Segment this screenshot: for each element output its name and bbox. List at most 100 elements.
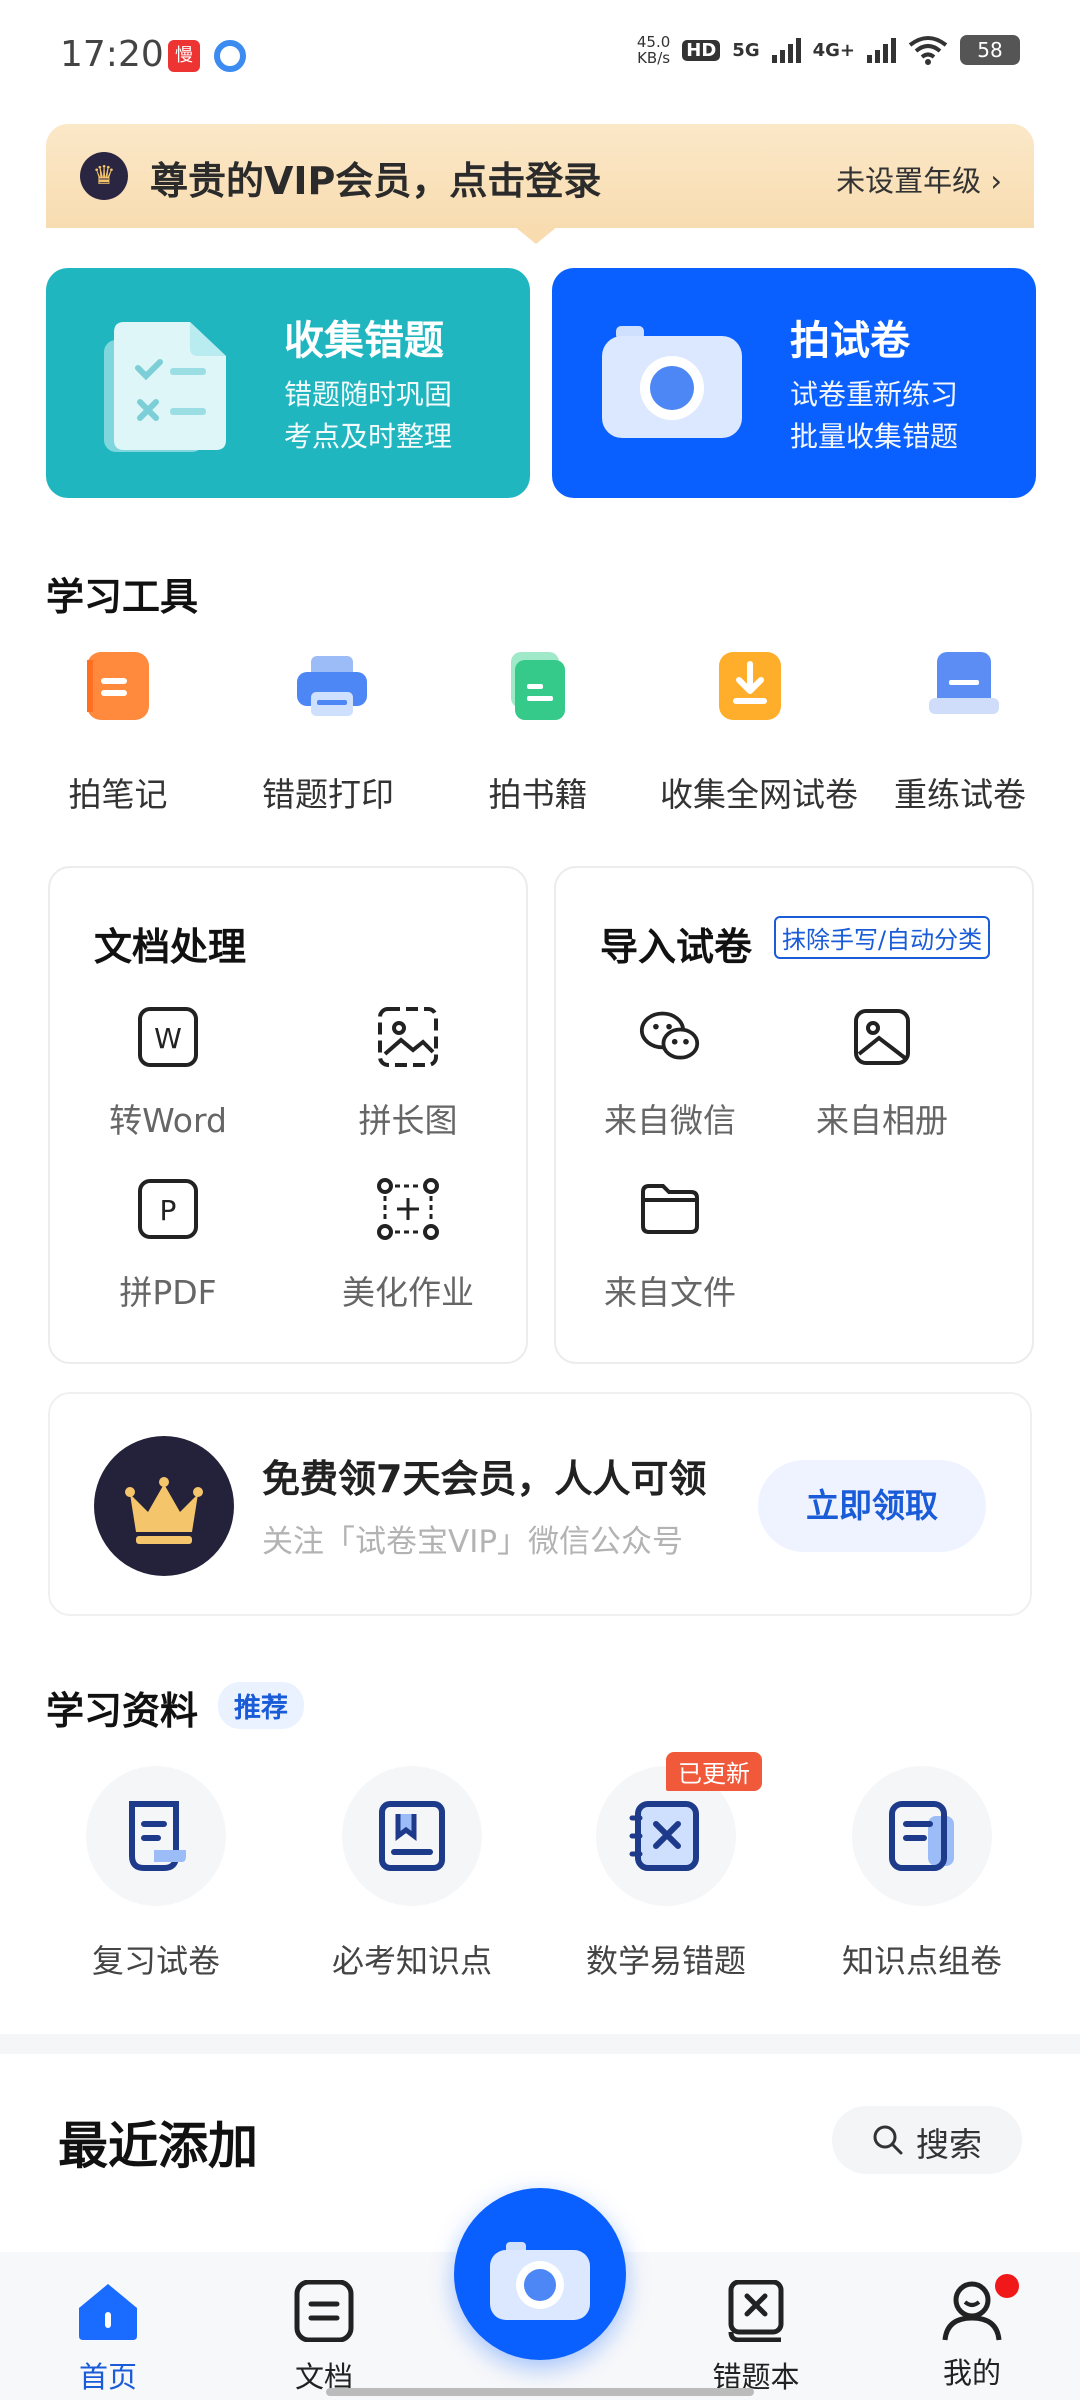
tab-documents[interactable]: 文档 bbox=[254, 2279, 394, 2396]
tool-label: 重练试卷 bbox=[894, 775, 1026, 814]
crown-icon bbox=[94, 1436, 234, 1576]
vip-login-banner[interactable]: ♛ 尊贵的VIP会员，点击登录 未设置年级 › bbox=[46, 124, 1034, 230]
browser-notification-icon bbox=[214, 40, 246, 72]
tool-print-mistakes[interactable]: 错题打印 bbox=[238, 652, 418, 816]
tool-photo-notes[interactable]: 拍笔记 bbox=[28, 652, 208, 816]
collect-mistakes-card[interactable]: 收集错题 错题随时巩固 考点及时整理 bbox=[46, 268, 530, 498]
photo-exam-card[interactable]: 拍试卷 试卷重新练习 批量收集错题 bbox=[552, 268, 1036, 498]
item-label: 来自相册 bbox=[816, 1101, 948, 1140]
net-speed: 45.0 KB/s bbox=[636, 33, 671, 67]
compose-paper-icon bbox=[852, 1766, 992, 1906]
tool-label: 错题打印 bbox=[262, 775, 394, 814]
status-time: 17:20 bbox=[60, 34, 164, 75]
claim-now-button[interactable]: 立即领取 bbox=[758, 1460, 986, 1552]
study-resources-title: 学习资料 bbox=[46, 1689, 199, 1733]
item-label: 转Word bbox=[109, 1101, 227, 1140]
panel-title: 文档处理 bbox=[94, 925, 247, 969]
paper-stack-icon bbox=[929, 652, 999, 720]
feature-subtitle: 试卷重新练习 批量收集错题 bbox=[790, 378, 959, 453]
app-notification-icon: 慢 bbox=[168, 40, 200, 72]
profile-icon bbox=[939, 2274, 1019, 2342]
panel-title: 导入试卷 bbox=[600, 925, 753, 969]
book-icon bbox=[507, 652, 569, 720]
tab-mistake-book[interactable]: 错题本 bbox=[686, 2279, 826, 2396]
resource-compose-paper[interactable]: 知识点组卷 bbox=[802, 1766, 1042, 1982]
tool-redo-exams[interactable]: 重练试卷 bbox=[870, 652, 1050, 816]
study-tools-title: 学习工具 bbox=[46, 575, 199, 619]
resource-label: 复习试卷 bbox=[91, 1942, 220, 1980]
import-exam-panel: 导入试卷 抹除手写/自动分类 来自微信 来自相册 来自文件 bbox=[554, 866, 1034, 1364]
feature-title: 拍试卷 bbox=[790, 318, 910, 364]
camera-capture-button[interactable] bbox=[454, 2188, 626, 2360]
recommend-badge: 推荐 bbox=[218, 1682, 304, 1729]
resource-math-mistakes[interactable]: 数学易错题 bbox=[546, 1766, 786, 1982]
tab-label: 首页 bbox=[78, 2360, 137, 2394]
search-button[interactable]: 搜索 bbox=[832, 2106, 1022, 2174]
tool-label: 收集全网试卷 bbox=[660, 775, 858, 814]
hd-icon: HD bbox=[682, 39, 721, 61]
section-divider bbox=[0, 2034, 1080, 2054]
long-image-item[interactable]: 拼长图 bbox=[308, 1006, 508, 1142]
review-paper-icon bbox=[86, 1766, 226, 1906]
image-icon bbox=[378, 1007, 438, 1067]
network-4g: 4G+ bbox=[812, 39, 855, 61]
item-label: 来自文件 bbox=[604, 1273, 736, 1312]
status-indicators: 45.0 KB/s HD 5G 4G+ 58 bbox=[637, 34, 1020, 66]
crown-icon: ♛ bbox=[80, 152, 128, 200]
convert-word-item[interactable]: W 转Word bbox=[68, 1006, 268, 1142]
feature-tag: 抹除手写/自动分类 bbox=[774, 916, 991, 959]
tool-label: 拍笔记 bbox=[68, 775, 168, 814]
updated-badge: 已更新 bbox=[666, 1752, 762, 1791]
item-label: 美化作业 bbox=[342, 1273, 474, 1312]
svg-text:W: W bbox=[154, 1022, 182, 1055]
document-processing-panel: 文档处理 W 转Word 拼长图 P 拼PDF 美化作业 bbox=[48, 866, 528, 1364]
tab-home[interactable]: 首页 bbox=[38, 2280, 178, 2396]
tool-collect-web-exams[interactable]: 收集全网试卷 bbox=[660, 652, 858, 816]
recent-title: 最近添加 bbox=[58, 2117, 258, 2175]
resource-label: 知识点组卷 bbox=[841, 1942, 1002, 1980]
item-label: 来自微信 bbox=[604, 1101, 736, 1140]
promo-subtitle: 关注「试卷宝VIP」微信公众号 bbox=[262, 1524, 684, 1560]
printer-icon bbox=[297, 652, 367, 720]
tool-photo-books[interactable]: 拍书籍 bbox=[448, 652, 628, 816]
wifi-icon bbox=[908, 36, 948, 65]
from-wechat-item[interactable]: 来自微信 bbox=[570, 1006, 770, 1142]
item-label: 拼长图 bbox=[358, 1101, 458, 1140]
svg-text:P: P bbox=[160, 1194, 177, 1227]
resource-review-papers[interactable]: 复习试卷 bbox=[36, 1766, 276, 1982]
document-icon bbox=[294, 2279, 354, 2343]
promo-title: 免费领7天会员，人人可领 bbox=[262, 1457, 707, 1501]
from-file-item[interactable]: 来自文件 bbox=[570, 1178, 770, 1314]
download-icon bbox=[719, 652, 781, 720]
network-5g: 5G bbox=[732, 39, 760, 61]
resource-key-points[interactable]: 必考知识点 bbox=[292, 1766, 532, 1982]
feature-subtitle: 错题随时巩固 考点及时整理 bbox=[284, 378, 453, 453]
document-illustration-icon bbox=[104, 322, 226, 452]
signal-icon-2 bbox=[867, 37, 896, 63]
signal-icon bbox=[771, 37, 801, 63]
album-icon bbox=[854, 1009, 910, 1065]
search-label: 搜索 bbox=[916, 2125, 982, 2164]
item-label: 拼PDF bbox=[119, 1273, 217, 1312]
vip-banner-title: 尊贵的VIP会员，点击登录 bbox=[150, 159, 602, 203]
merge-pdf-item[interactable]: P 拼PDF bbox=[68, 1178, 268, 1314]
notebook-icon bbox=[87, 652, 149, 720]
word-icon: W bbox=[138, 1007, 198, 1067]
tab-profile[interactable]: 我的 bbox=[902, 2274, 1042, 2392]
home-indicator bbox=[326, 2388, 754, 2396]
camera-icon bbox=[490, 2242, 590, 2320]
banner-pointer bbox=[514, 226, 558, 244]
wechat-icon bbox=[639, 1011, 700, 1060]
mistake-book-icon bbox=[728, 2279, 784, 2343]
from-album-item[interactable]: 来自相册 bbox=[782, 1006, 982, 1142]
pdf-icon: P bbox=[138, 1179, 198, 1239]
home-icon bbox=[79, 2284, 137, 2340]
beautify-homework-item[interactable]: 美化作业 bbox=[308, 1178, 508, 1314]
feature-title: 收集错题 bbox=[284, 318, 444, 364]
notification-dot bbox=[995, 2274, 1019, 2298]
grade-selector[interactable]: 未设置年级 › bbox=[836, 158, 1002, 200]
bookmark-icon bbox=[342, 1766, 482, 1906]
status-bar: 17:20 慢 45.0 KB/s HD 5G 4G+ 58 bbox=[0, 0, 1080, 110]
tool-label: 拍书籍 bbox=[488, 775, 588, 814]
resource-label: 数学易错题 bbox=[585, 1942, 746, 1980]
